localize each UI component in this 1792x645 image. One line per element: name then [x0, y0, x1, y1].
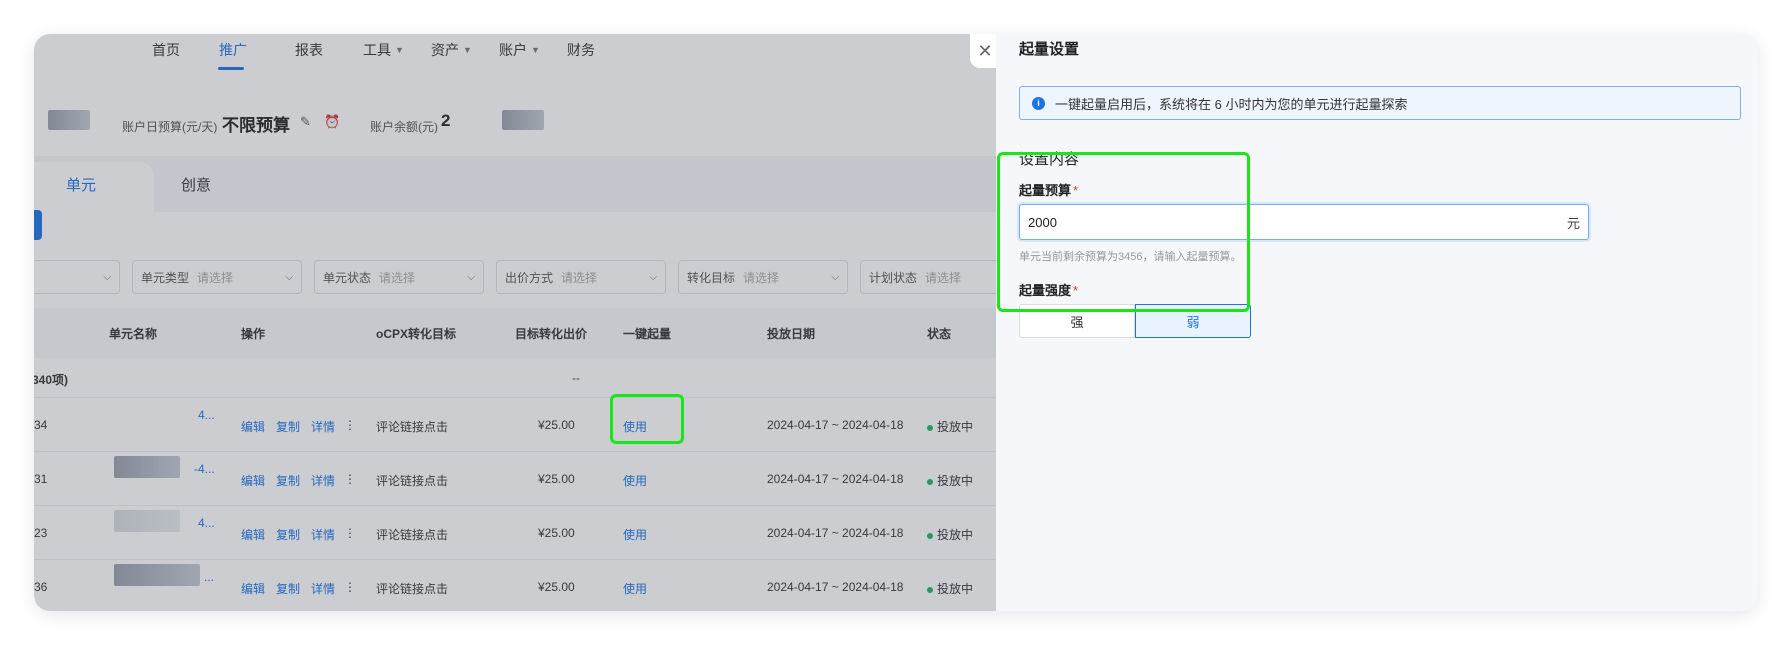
background-page: 首页 推广 报表 工具 ▼ 资产 ▼ 账户 ▼ 财务 账户日预算(元/天) 不限预算 … — [34, 34, 1030, 611]
info-notice: i 一键起量启用后，系统将在 6 小时内为您的单元进行起量探索 — [1019, 86, 1741, 120]
drawer-title: 起量设置 — [1019, 41, 1080, 58]
boost-use-highlight — [610, 394, 684, 444]
settings-highlight — [997, 152, 1250, 312]
budget-unit: 元 — [1566, 215, 1580, 231]
info-icon: i — [1032, 96, 1045, 110]
app-frame: 首页 推广 报表 工具 ▼ 资产 ▼ 账户 ▼ 财务 账户日预算(元/天) 不限预算 … — [34, 34, 1758, 611]
boost-settings-drawer: 起量设置 i 一键起量启用后，系统将在 6 小时内为您的单元进行起量探索 设置内… — [996, 34, 1758, 611]
notice-text: 一键起量启用后，系统将在 6 小时内为您的单元进行起量探索 — [1055, 96, 1408, 112]
modal-overlay[interactable] — [34, 34, 996, 611]
